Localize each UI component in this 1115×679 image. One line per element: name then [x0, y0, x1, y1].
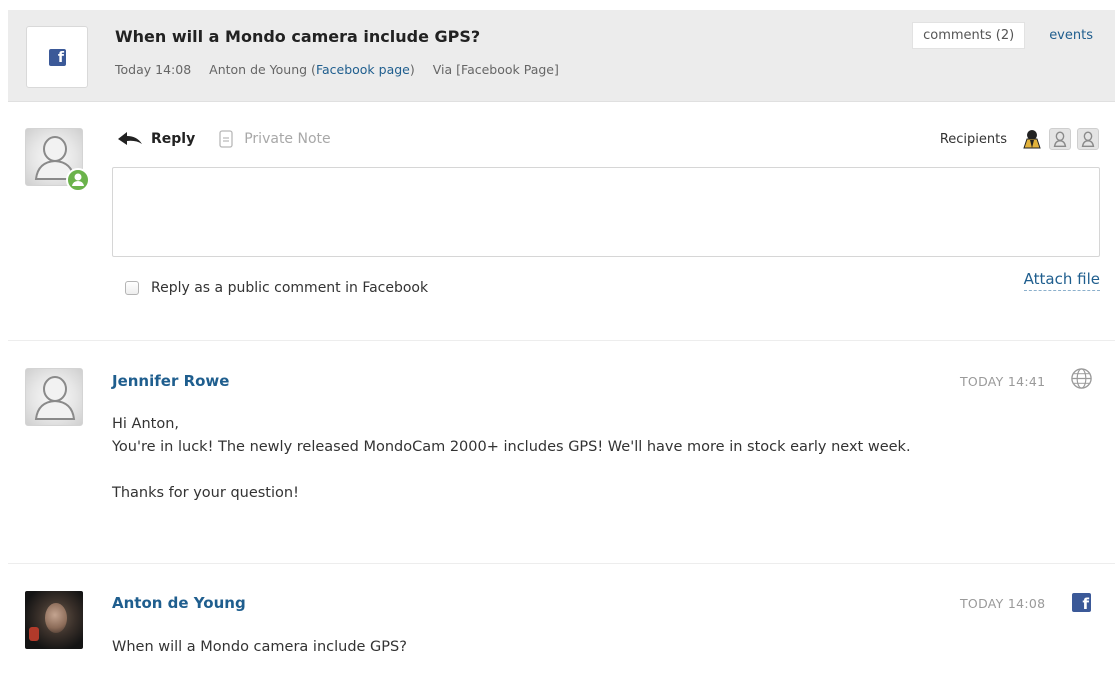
- divider: [8, 563, 1115, 564]
- agent-avatar-icon[interactable]: [1021, 128, 1043, 150]
- reply-label: Reply: [151, 131, 196, 147]
- conversation-title: When will a Mondo camera include GPS?: [115, 27, 481, 46]
- facebook-icon: f: [1072, 593, 1091, 612]
- recipient-user-icon[interactable]: [1077, 128, 1099, 150]
- header-tabs: comments (2) events: [912, 22, 1093, 49]
- message-author-avatar: [25, 368, 83, 426]
- globe-icon: [1071, 368, 1092, 389]
- conversation-author: Anton de Young: [209, 62, 308, 77]
- message-time: TODAY 14:08: [960, 596, 1046, 611]
- attach-file-link[interactable]: Attach file: [1023, 270, 1100, 291]
- public-comment-option[interactable]: Reply as a public comment in Facebook: [125, 280, 428, 296]
- message-line: When will a Mondo camera include GPS?: [112, 639, 407, 655]
- message-line: [112, 459, 911, 482]
- public-comment-checkbox[interactable]: [125, 281, 139, 295]
- note-icon: [219, 130, 233, 148]
- message-line: Thanks for your question!: [112, 485, 299, 501]
- reply-arrow-icon: [118, 132, 142, 145]
- via-source: Via [Facebook Page]: [432, 62, 559, 77]
- message-body: Hi Anton, You're in luck! The newly rele…: [112, 413, 911, 505]
- tab-comments[interactable]: comments (2): [912, 22, 1026, 49]
- tab-reply[interactable]: Reply: [117, 131, 195, 147]
- conversation-header: f When will a Mondo camera include GPS? …: [8, 10, 1115, 102]
- message-author[interactable]: Jennifer Rowe: [112, 372, 229, 390]
- private-note-label: Private Note: [244, 131, 331, 147]
- reply-mode-tabs: Reply Private Note: [117, 130, 331, 148]
- reply-textarea[interactable]: [112, 167, 1100, 257]
- recipients-bar: Recipients: [940, 128, 1099, 150]
- user-silhouette-icon: [34, 376, 76, 420]
- message-time: TODAY 14:41: [960, 374, 1046, 389]
- conversation-time: Today 14:08: [115, 62, 192, 77]
- message-line: Hi Anton,: [112, 416, 180, 432]
- tab-private-note[interactable]: Private Note: [219, 130, 331, 148]
- facebook-icon: f: [49, 49, 66, 66]
- message-author[interactable]: Anton de Young: [112, 594, 246, 612]
- message-author-photo: [25, 591, 83, 649]
- message-line: You're in luck! The newly released Mondo…: [112, 439, 911, 455]
- channel-badge: f: [26, 26, 88, 88]
- conversation-meta: Today 14:08 Anton de Young (Facebook page…: [115, 62, 559, 77]
- recipients-label: Recipients: [939, 131, 1007, 147]
- online-status-icon: [66, 168, 90, 192]
- message-body: When will a Mondo camera include GPS?: [112, 636, 407, 659]
- tab-events[interactable]: events: [1049, 28, 1093, 43]
- facebook-page-link[interactable]: Facebook page: [316, 62, 410, 77]
- divider: [8, 340, 1115, 341]
- recipient-user-icon[interactable]: [1049, 128, 1071, 150]
- public-comment-label: Reply as a public comment in Facebook: [151, 280, 429, 296]
